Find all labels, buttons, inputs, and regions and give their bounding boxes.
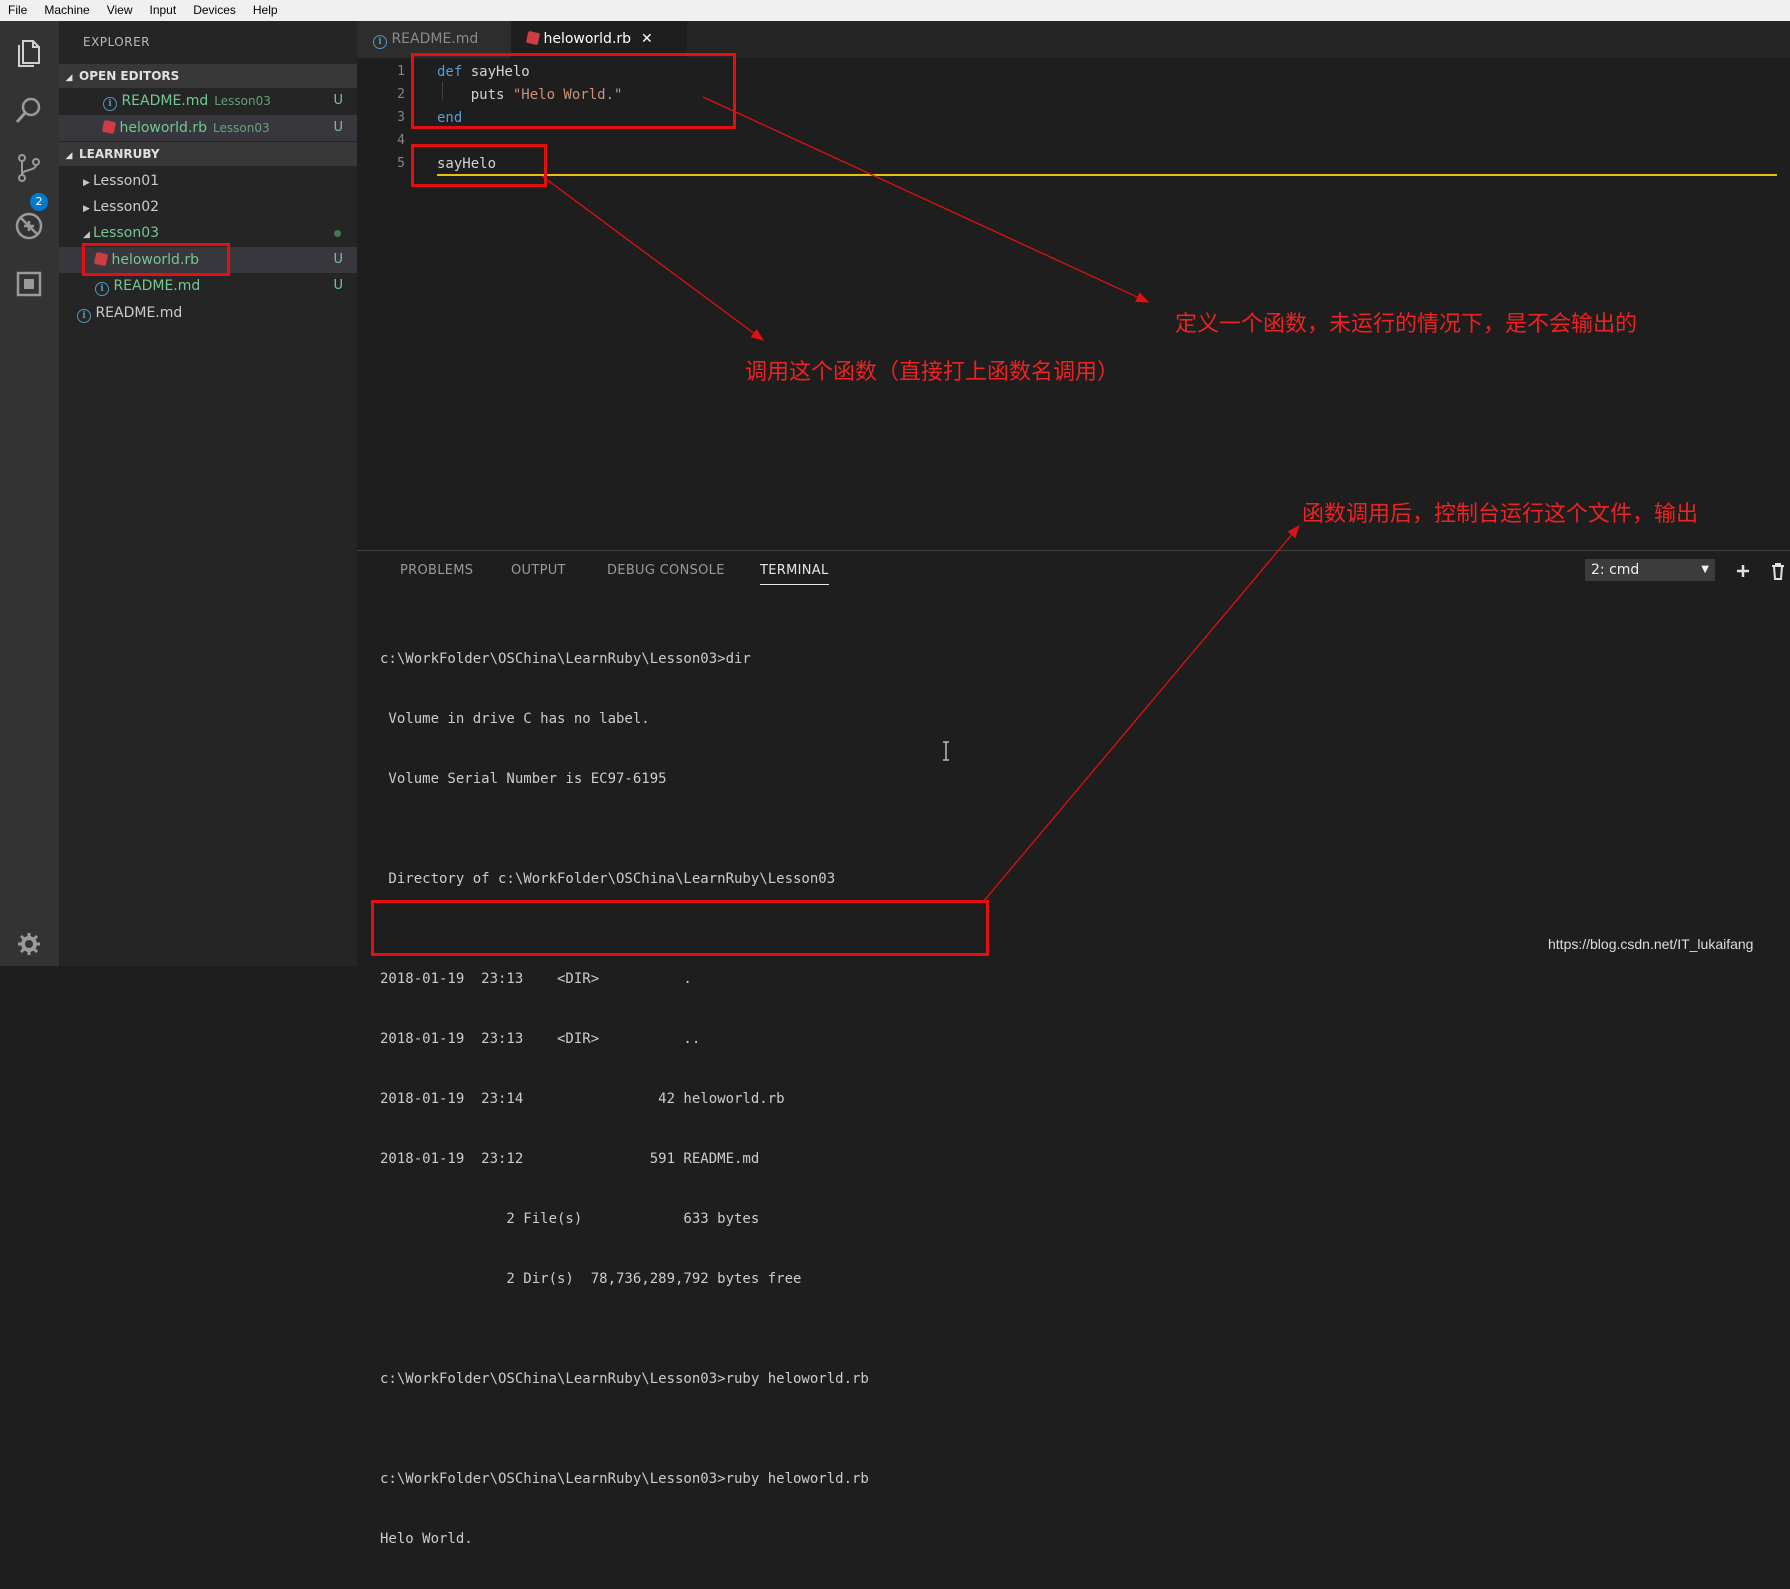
annotation-arrows	[541, 96, 1300, 903]
annotation-call-note: 调用这个函数（直接打上函数名调用）	[745, 360, 1120, 385]
annotation-define-note: 定义一个函数，未运行的情况下，是不会输出的	[1175, 312, 1638, 337]
watermark: https://blog.csdn.net/IT_lukaifang	[1548, 936, 1754, 952]
annotation-output-note: 函数调用后，控制台运行这个文件，输出	[1302, 502, 1699, 527]
